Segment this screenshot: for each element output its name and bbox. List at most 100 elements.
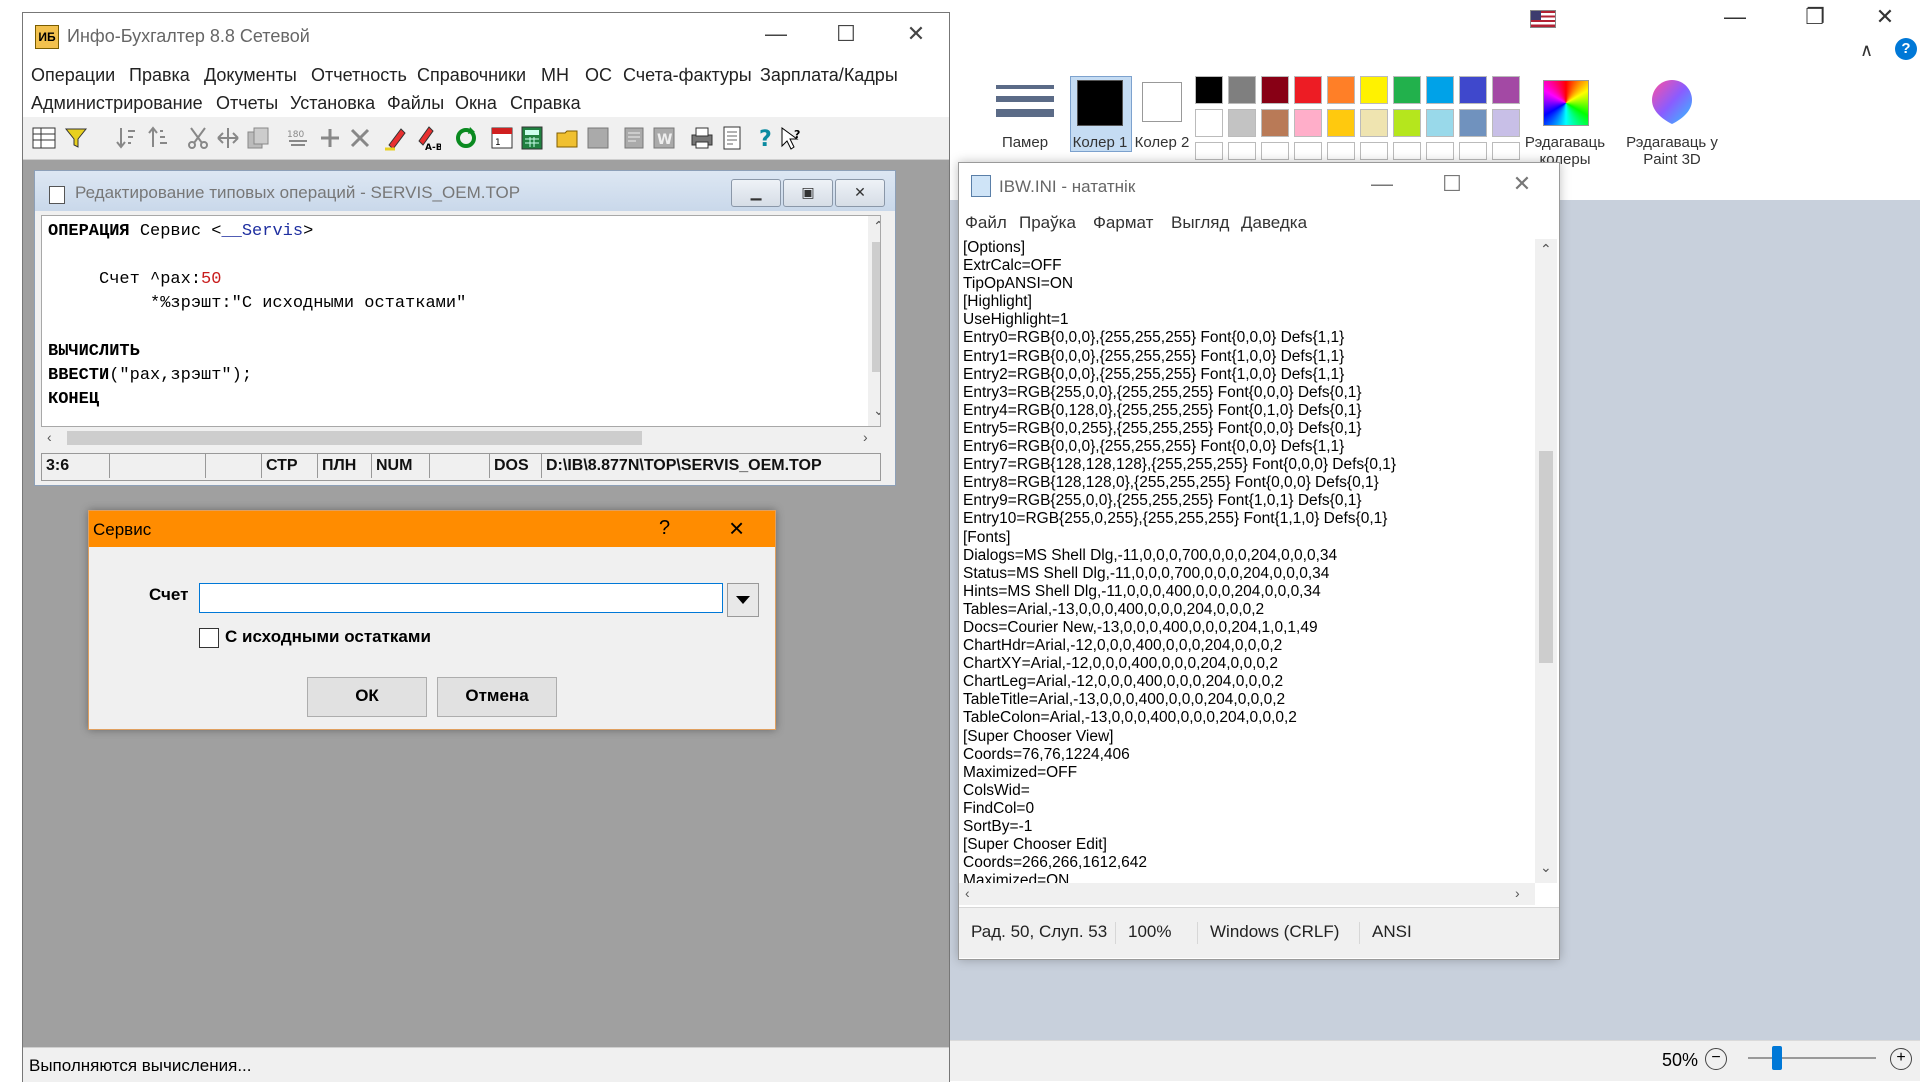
menu-directories[interactable]: Справочники	[417, 65, 526, 86]
word-icon[interactable]: W	[651, 125, 677, 151]
ib-maximize-button[interactable]: ☐	[819, 17, 873, 53]
palette-swatch-empty[interactable]	[1261, 142, 1289, 160]
palette-swatch[interactable]	[1327, 109, 1355, 137]
paint-minimize-button[interactable]: —	[1710, 0, 1760, 36]
account-dropdown-button[interactable]	[727, 583, 759, 617]
cancel-button[interactable]: Отмена	[437, 677, 557, 717]
add-icon[interactable]	[317, 125, 343, 151]
palette-swatch-empty[interactable]	[1492, 142, 1520, 160]
palette-swatch-empty[interactable]	[1393, 142, 1421, 160]
refresh-icon[interactable]	[453, 125, 479, 151]
menu-windows[interactable]: Окна	[455, 93, 497, 114]
palette-swatch-empty[interactable]	[1426, 142, 1454, 160]
document-icon[interactable]	[621, 125, 647, 151]
palette-swatch-empty[interactable]	[1228, 142, 1256, 160]
palette-swatch-empty[interactable]	[1360, 142, 1388, 160]
size-tool[interactable]	[990, 78, 1060, 124]
ib-titlebar[interactable]: ИБ Инфо-Бухгалтер 8.8 Сетевой — ☐ ✕	[23, 13, 949, 59]
menu-mn[interactable]: МН	[541, 65, 569, 86]
scroll-left-icon[interactable]: ‹	[47, 429, 52, 445]
calculator-icon[interactable]	[519, 125, 545, 151]
palette-swatch[interactable]	[1261, 76, 1289, 104]
menu-reports[interactable]: Отчеты	[216, 93, 278, 114]
scroll-right-icon[interactable]: ›	[1515, 885, 1520, 901]
palette-swatch[interactable]	[1195, 109, 1223, 137]
ribbon-collapse-icon[interactable]: ∧	[1860, 40, 1873, 61]
print-preview-icon[interactable]	[719, 125, 745, 151]
zoom-in-button[interactable]: +	[1890, 1048, 1912, 1070]
palette-swatch[interactable]	[1195, 76, 1223, 104]
cut-icon[interactable]	[185, 125, 211, 151]
palette-swatch[interactable]	[1492, 76, 1520, 104]
scroll-thumb[interactable]	[1539, 451, 1553, 663]
opening-balances-checkbox[interactable]	[199, 628, 219, 648]
menu-file[interactable]: Файл	[965, 213, 1007, 233]
context-help-icon[interactable]: ?	[779, 125, 805, 151]
calendar-icon[interactable]: 1	[489, 125, 515, 151]
palette-swatch-empty[interactable]	[1195, 142, 1223, 160]
marker-icon[interactable]	[383, 125, 409, 151]
menu-format[interactable]: Фармат	[1093, 213, 1153, 233]
copy-icon[interactable]	[245, 125, 271, 151]
palette-swatch-empty[interactable]	[1294, 142, 1322, 160]
sort-down-icon[interactable]	[113, 125, 139, 151]
menu-edit[interactable]: Праўка	[1019, 213, 1076, 233]
save-icon[interactable]	[585, 125, 611, 151]
sort-up-icon[interactable]	[145, 125, 171, 151]
editor-close-button[interactable]: ✕	[835, 179, 885, 207]
palette-swatch[interactable]	[1360, 109, 1388, 137]
code-editor[interactable]: ОПЕРАЦИЯ Сервис <__Servis> Счет ^рах:50 …	[41, 215, 881, 427]
editor-maximize-button[interactable]: ▣	[783, 179, 833, 207]
palette-swatch[interactable]	[1360, 76, 1388, 104]
editor-vertical-scrollbar[interactable]: ⌃ ⌄	[868, 216, 880, 426]
help-icon[interactable]: ?	[1895, 38, 1917, 60]
language-flag-icon[interactable]	[1530, 10, 1556, 28]
edit-colors-icon[interactable]	[1543, 80, 1589, 126]
palette-swatch[interactable]	[1261, 109, 1289, 137]
help-question-icon[interactable]: ?	[753, 125, 779, 151]
ib-close-button[interactable]: ✕	[889, 17, 943, 53]
zoom-out-button[interactable]: −	[1705, 1048, 1727, 1070]
scroll-up-icon[interactable]: ⌃	[1540, 241, 1552, 258]
palette-swatch[interactable]	[1294, 109, 1322, 137]
color2-button[interactable]	[1142, 82, 1182, 122]
scroll-down-icon[interactable]: ⌄	[1540, 859, 1552, 876]
menu-administration[interactable]: Администрирование	[31, 93, 203, 114]
editor-horizontal-scrollbar[interactable]: ‹ ›	[41, 427, 879, 449]
notepad-vertical-scrollbar[interactable]: ⌃ ⌄	[1535, 239, 1557, 883]
account-input[interactable]	[199, 583, 723, 613]
palette-swatch[interactable]	[1492, 109, 1520, 137]
palette-swatch[interactable]	[1426, 109, 1454, 137]
table-icon[interactable]	[31, 125, 57, 151]
palette-swatch[interactable]	[1327, 76, 1355, 104]
palette-swatch-empty[interactable]	[1327, 142, 1355, 160]
palette-swatch[interactable]	[1228, 76, 1256, 104]
menu-operations[interactable]: Операции	[31, 65, 115, 86]
rotate-180-icon[interactable]: 180	[285, 125, 311, 151]
notepad-horizontal-scrollbar[interactable]: ‹ ›	[959, 883, 1535, 905]
scroll-thumb[interactable]	[67, 431, 642, 445]
print-icon[interactable]	[689, 125, 715, 151]
palette-swatch[interactable]	[1393, 109, 1421, 137]
notepad-close-button[interactable]: ✕	[1493, 167, 1551, 203]
menu-invoices[interactable]: Счета-фактуры	[623, 65, 752, 86]
palette-swatch[interactable]	[1228, 109, 1256, 137]
menu-os[interactable]: ОС	[585, 65, 612, 86]
menu-documents[interactable]: Документы	[204, 65, 297, 86]
palette-swatch-empty[interactable]	[1459, 142, 1487, 160]
menu-help[interactable]: Даведка	[1241, 213, 1307, 233]
scroll-up-icon[interactable]: ⌃	[873, 218, 880, 235]
menu-help[interactable]: Справка	[510, 93, 581, 114]
menu-files[interactable]: Файлы	[387, 93, 444, 114]
editor-minimize-button[interactable]: ▁	[731, 179, 781, 207]
notepad-minimize-button[interactable]: —	[1353, 167, 1411, 203]
delete-icon[interactable]	[347, 125, 373, 151]
notepad-text-area[interactable]: [Options] ExtrCalc=OFF TipOpANSI=ON [Highli…	[959, 239, 1535, 883]
open-folder-icon[interactable]	[555, 125, 581, 151]
notepad-titlebar[interactable]: IBW.INI - нататнік — ☐ ✕	[959, 163, 1559, 209]
zoom-slider-thumb[interactable]	[1772, 1046, 1782, 1070]
zoom-slider[interactable]	[1748, 1057, 1876, 1059]
notepad-maximize-button[interactable]: ☐	[1423, 167, 1481, 203]
opening-balances-label[interactable]: С исходными остатками	[225, 627, 431, 647]
split-icon[interactable]	[215, 125, 241, 151]
